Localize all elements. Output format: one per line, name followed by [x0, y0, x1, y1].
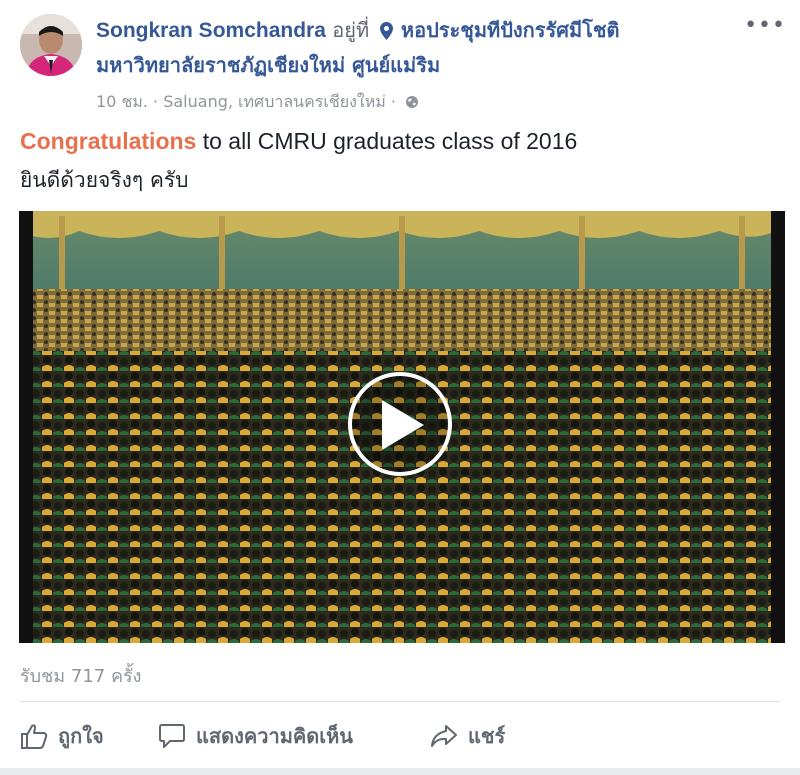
post-text-rest: to all CMRU graduates class of 2016 [196, 128, 578, 154]
post-header: Songkran Somchandra อยู่ที่ หอประชุมทีปั… [96, 14, 736, 81]
share-label: แชร์ [468, 724, 506, 748]
like-button[interactable]: ถูกใจ [20, 716, 104, 756]
like-label: ถูกใจ [58, 724, 104, 748]
comment-label: แสดงความคิดเห็น [196, 724, 353, 748]
more-options-button[interactable]: ••• [744, 15, 786, 37]
at-label: อยู่ที่ [332, 18, 370, 42]
comment-bubble-icon [159, 724, 185, 748]
timestamp[interactable]: 10 ชม. [96, 92, 148, 111]
share-button[interactable]: แชร์ [430, 716, 505, 756]
highlight-word[interactable]: Congratulations [20, 128, 196, 154]
avatar[interactable] [20, 14, 82, 76]
comment-button[interactable]: แสดงความคิดเห็น [158, 716, 353, 756]
facebook-post: Songkran Somchandra อยู่ที่ หอประชุมทีปั… [0, 0, 800, 775]
place-link[interactable]: หอประชุมทีปังกรรัศมีโชติ [401, 18, 620, 42]
action-bar: ถูกใจ แสดงความคิดเห็น แชร์ [20, 716, 780, 756]
thumbs-up-icon [21, 724, 48, 749]
author-name[interactable]: Songkran Somchandra [96, 19, 326, 42]
share-arrow-icon [431, 725, 457, 747]
location-pin-icon [379, 17, 393, 49]
post-meta: 10 ชม. · Saluang, เทศบาลนครเชียงใหม่ · [96, 90, 419, 116]
divider [20, 701, 780, 702]
video-player[interactable] [19, 211, 785, 643]
play-button[interactable] [348, 372, 452, 476]
bottom-separator [0, 768, 800, 775]
post-text-thai: ยินดีด้วยจริงๆ ครับ [20, 168, 189, 192]
meta-separator-2: · [390, 92, 396, 111]
view-count: รับชม 717 ครั้ง [20, 666, 142, 687]
place-link-line2[interactable]: มหาวิทยาลัยราชภัฏเชียงใหม่ ศูนย์แม่ริม [96, 53, 440, 77]
post-text: Congratulations to all CMRU graduates cl… [20, 128, 577, 155]
play-icon [382, 400, 424, 450]
globe-icon[interactable] [405, 92, 419, 116]
location-text[interactable]: Saluang, เทศบาลนครเชียงใหม่ [163, 92, 386, 111]
meta-separator: · [153, 92, 159, 111]
